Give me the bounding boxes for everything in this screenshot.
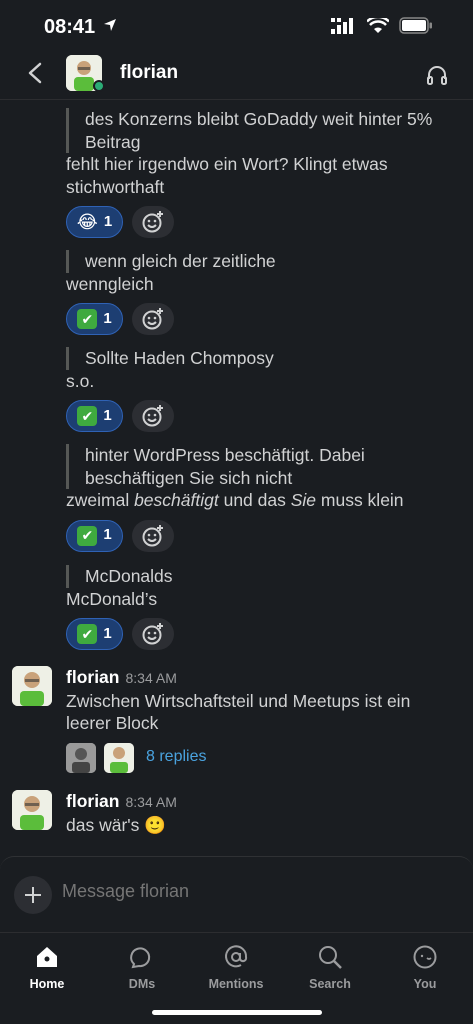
reaction-chip[interactable]: ✔ 1	[66, 303, 123, 335]
tab-label: DMs	[128, 977, 156, 991]
check-emoji-icon: ✔	[77, 406, 98, 426]
reactions-row: 😂 1	[66, 206, 446, 238]
status-bar: 08:41	[0, 0, 473, 50]
author-avatar[interactable]	[12, 666, 52, 706]
replies-link[interactable]: 8 replies	[146, 746, 206, 769]
home-icon	[37, 947, 57, 967]
message-post: florian 8:34 AM das wär's 🙂	[66, 790, 446, 836]
avatar-image-icon	[104, 742, 134, 773]
quoted-text: hinter WordPress beschäftigt. Dabei besc…	[66, 444, 446, 489]
message-reply: hinter WordPress beschäftigt. Dabei besc…	[66, 444, 446, 552]
back-chevron-icon[interactable]	[26, 62, 44, 84]
timestamp: 8:34 AM	[125, 794, 177, 810]
header-name[interactable]: florian	[120, 62, 178, 84]
message-text: fehlt hier irgendwo ein Wort? Klingt etw…	[66, 154, 388, 197]
message-text: Zwischen Wirtschaftsteil und Meetups ist…	[66, 690, 411, 734]
reaction-count: 1	[103, 406, 112, 424]
reactions-row: ✔ 1	[66, 303, 446, 335]
smile-emoji-icon: 🙂	[144, 814, 167, 835]
add-emoji-icon	[142, 524, 163, 546]
avatar-image-icon	[66, 742, 96, 773]
tab-home[interactable]: Home	[7, 941, 87, 991]
status-time: 08:41	[44, 16, 96, 38]
quoted-text: McDonalds	[66, 565, 446, 588]
timestamp: 8:34 AM	[125, 670, 177, 686]
message-feed[interactable]: des Konzerns bleibt GoDaddy weit hinter …	[0, 100, 473, 855]
reaction-chip[interactable]: ✔ 1	[66, 519, 123, 552]
reactions-row: ✔ 1	[66, 618, 446, 650]
quoted-text: wenn gleich der zeitliche	[66, 250, 446, 273]
add-emoji-icon	[142, 405, 163, 427]
author-name[interactable]: florian	[66, 667, 119, 687]
presence-indicator	[93, 80, 105, 92]
author-name[interactable]: florian	[66, 791, 119, 811]
tab-label: Search	[309, 977, 351, 991]
message-reply: McDonalds McDonald’s ✔ 1	[66, 565, 446, 650]
home-indicator	[152, 1010, 322, 1015]
reaction-count: 1	[103, 309, 112, 327]
check-emoji-icon: ✔	[77, 525, 98, 546]
status-icons	[331, 17, 433, 34]
laugh-emoji-icon: 😂	[76, 211, 98, 232]
reaction-chip[interactable]: ✔ 1	[66, 618, 123, 650]
add-reaction-button[interactable]	[132, 400, 174, 432]
reply-avatar	[104, 742, 134, 773]
quoted-text: Sollte Haden Chomposy	[66, 347, 446, 370]
headphones-icon[interactable]	[425, 63, 449, 87]
location-arrow-icon	[104, 19, 116, 31]
tab-label: You	[413, 977, 437, 991]
tab-you[interactable]: You	[385, 941, 465, 991]
add-emoji-icon	[142, 308, 163, 330]
add-reaction-button[interactable]	[132, 206, 174, 238]
plus-icon	[25, 887, 41, 903]
message-post: florian 8:34 AM Zwischen Wirtschaftsteil …	[66, 666, 446, 773]
avatar-image-icon	[12, 790, 52, 830]
tab-dms[interactable]: DMs	[102, 941, 182, 991]
reactions-row: ✔ 1	[66, 400, 446, 432]
tab-search[interactable]: Search	[290, 941, 370, 991]
message-reply: wenn gleich der zeitliche wenngleich ✔ 1	[66, 250, 446, 335]
tab-mentions[interactable]: Mentions	[196, 941, 276, 991]
check-emoji-icon: ✔	[77, 309, 98, 329]
add-reaction-button[interactable]	[132, 618, 174, 650]
attach-button[interactable]	[14, 876, 52, 914]
thread-replies[interactable]: 8 replies	[66, 742, 446, 773]
reactions-row: ✔ 1	[66, 519, 446, 552]
message-text: McDonald’s	[66, 588, 158, 609]
signal-icon	[331, 17, 353, 34]
add-emoji-icon	[142, 623, 163, 645]
quoted-text: des Konzerns bleibt GoDaddy weit hinter …	[66, 108, 446, 153]
at-icon	[225, 945, 248, 968]
add-reaction-button[interactable]	[132, 303, 174, 335]
tab-label: Home	[29, 977, 65, 991]
channel-header: florian	[0, 50, 473, 100]
message-text: wenngleich	[66, 273, 154, 294]
message-text: s.o.	[66, 370, 95, 391]
message-text: zweimal beschäftigt und das Sie muss kle…	[66, 490, 404, 510]
message-input[interactable]	[62, 881, 442, 902]
message-text: das wär's 🙂	[66, 814, 167, 835]
wifi-icon	[367, 17, 389, 33]
reaction-chip[interactable]: 😂 1	[66, 206, 123, 238]
add-reaction-button[interactable]	[132, 519, 174, 552]
avatar-image-icon	[12, 666, 52, 706]
check-emoji-icon: ✔	[77, 624, 98, 644]
battery-icon	[399, 17, 432, 34]
reaction-count: 1	[103, 624, 112, 642]
reaction-count: 1	[103, 212, 113, 230]
you-icon	[413, 945, 437, 969]
search-icon	[319, 946, 342, 969]
dms-icon	[130, 947, 151, 969]
reply-avatar	[66, 742, 96, 773]
reaction-chip[interactable]: ✔ 1	[66, 400, 123, 432]
message-composer	[0, 856, 473, 932]
tab-label: Mentions	[208, 977, 264, 991]
message-reply: Sollte Haden Chomposy s.o. ✔ 1	[66, 347, 446, 432]
author-avatar[interactable]	[12, 790, 52, 830]
add-emoji-icon	[142, 211, 163, 233]
tab-bar: Home DMs Mentions Search You	[0, 932, 473, 1024]
reaction-count: 1	[103, 526, 112, 544]
message-reply: des Konzerns bleibt GoDaddy weit hinter …	[66, 108, 446, 238]
